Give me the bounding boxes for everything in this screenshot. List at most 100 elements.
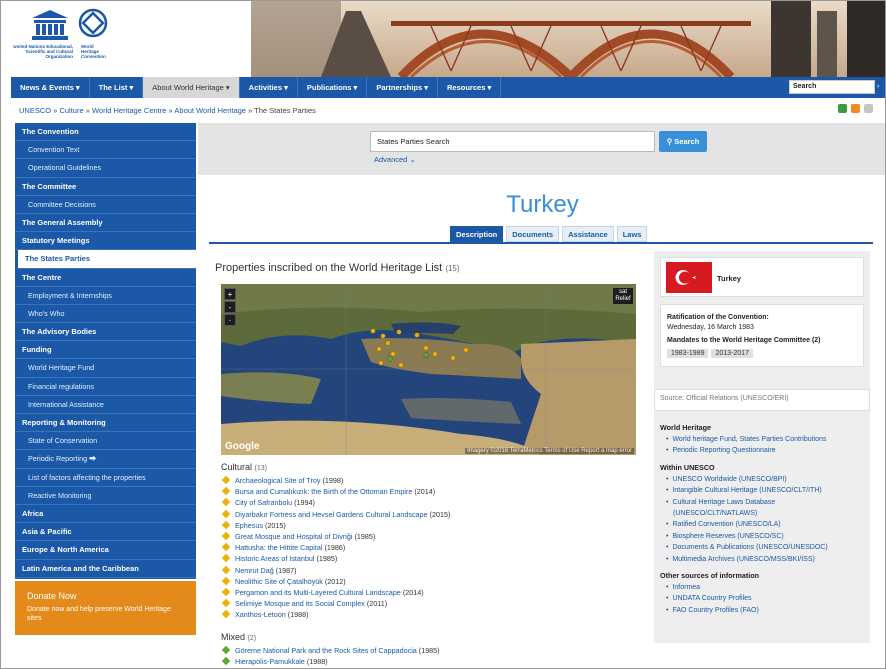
related-link[interactable]: (UNESCO/CLT/NATLAWS) bbox=[660, 508, 864, 519]
breadcrumb-link[interactable]: UNESCO bbox=[19, 106, 51, 115]
property-marker-icon bbox=[221, 475, 231, 485]
sidebar-item[interactable]: World Heritage Fund bbox=[15, 359, 196, 378]
breadcrumb-link[interactable]: World Heritage Centre bbox=[92, 106, 166, 115]
sidebar-item[interactable]: Europe & North America bbox=[15, 541, 196, 560]
related-link[interactable]: Documents & Publications (UNESCO/UNESDOC… bbox=[660, 542, 864, 553]
cultural-heading: Cultural (13) bbox=[221, 462, 641, 472]
site-search-input[interactable]: Search bbox=[789, 80, 875, 94]
site-link[interactable]: Archaeological Site of Troy bbox=[235, 476, 321, 485]
logo-area[interactable]: United Nations Educational, Scientific a… bbox=[1, 1, 251, 77]
site-link[interactable]: Neolithic Site of Çatalhöyük bbox=[235, 577, 323, 586]
advanced-search-link[interactable]: Advanced ⌄ bbox=[374, 155, 416, 164]
nav-item-2[interactable]: About World Heritage ▾ bbox=[143, 77, 240, 98]
sidebar-item[interactable]: Employment & Internships bbox=[15, 287, 196, 305]
sidebar-item[interactable]: The Convention bbox=[15, 123, 196, 142]
nav-item-5[interactable]: Partnerships ▾ bbox=[367, 77, 439, 98]
sidebar-item[interactable]: The States Parties bbox=[15, 250, 196, 269]
google-logo: Google bbox=[225, 441, 260, 452]
donate-title[interactable]: Donate Now bbox=[27, 591, 184, 601]
zoom-out-button[interactable]: - bbox=[224, 301, 236, 313]
sidebar-item[interactable]: Asia & Pacific bbox=[15, 523, 196, 542]
map-layer-button[interactable]: · bbox=[224, 314, 236, 326]
tab-1[interactable]: Documents bbox=[506, 226, 560, 242]
sidebar-item[interactable]: Committee Decisions bbox=[15, 196, 196, 214]
related-link[interactable]: Intangible Cultural Heritage (UNESCO/CLT… bbox=[660, 485, 864, 496]
sidebar-item[interactable]: Latin America and the Caribbean bbox=[15, 560, 196, 578]
sidebar-item[interactable]: The Centre bbox=[15, 269, 196, 287]
related-link[interactable]: FAO Country Profiles (FAO) bbox=[660, 605, 864, 616]
states-parties-search-button[interactable]: ⚲ Search bbox=[659, 131, 707, 152]
tab-0[interactable]: Description bbox=[450, 226, 504, 242]
nav-item-6[interactable]: Resources ▾ bbox=[438, 77, 502, 98]
site-link[interactable]: Hattusha: the Hittite Capital bbox=[235, 543, 323, 552]
sidebar-item[interactable]: Operational Guidelines bbox=[15, 159, 196, 178]
site-link[interactable]: Selimiye Mosque and its Social Complex bbox=[235, 599, 365, 608]
related-link[interactable]: Cultural Heritage Laws Database bbox=[660, 497, 864, 508]
sidebar-item[interactable]: Statutory Meetings bbox=[15, 232, 196, 251]
nav-item-0[interactable]: News & Events ▾ bbox=[11, 77, 90, 98]
sidebar-item[interactable]: The Advisory Bodies bbox=[15, 323, 196, 342]
cultural-heading-text: Cultural bbox=[221, 462, 253, 472]
sidebar-item[interactable]: Periodic Reporting ⮕ bbox=[15, 450, 196, 469]
ratification-date: Wednesday, 16 March 1983 bbox=[667, 324, 754, 331]
related-link[interactable]: UNESCO Worldwide (UNESCO/BPI) bbox=[660, 474, 864, 485]
map-type-toggle[interactable]: sat Relief bbox=[613, 288, 633, 304]
mixed-heading-text: Mixed bbox=[221, 632, 246, 642]
breadcrumb-link[interactable]: Culture bbox=[59, 106, 83, 115]
related-link[interactable]: UNDATA Country Profiles bbox=[660, 593, 864, 604]
sidebar-item[interactable]: The Committee bbox=[15, 178, 196, 196]
sidebar-item[interactable]: Funding bbox=[15, 341, 196, 360]
unesco-logo-text: United Nations Educational, Scientific a… bbox=[13, 44, 73, 59]
print-icon[interactable] bbox=[864, 104, 873, 113]
sidebar-item[interactable]: Reporting & Monitoring bbox=[15, 414, 196, 433]
related-link[interactable]: Multimedia Archives (UNESCO/MSS/BKI/ISS) bbox=[660, 554, 864, 565]
nav-item-3[interactable]: Activities ▾ bbox=[240, 77, 298, 98]
site-link[interactable]: City of Safranbolu bbox=[235, 498, 292, 507]
sidebar-item[interactable]: Who's Who bbox=[15, 305, 196, 324]
site-link[interactable]: Ephesus bbox=[235, 521, 263, 530]
tab-3[interactable]: Laws bbox=[616, 226, 648, 242]
sidebar-item[interactable]: Financial regulations bbox=[15, 378, 196, 396]
site-link[interactable]: Nemrut Dağ bbox=[235, 566, 274, 575]
source-note[interactable]: Source: Official Relations (UNESCO/ERI) bbox=[660, 395, 789, 402]
property-marker-icon bbox=[221, 531, 231, 541]
related-link[interactable]: World heritage Fund, States Parties Cont… bbox=[660, 434, 864, 445]
nav-item-1[interactable]: The List ▾ bbox=[90, 77, 144, 98]
property-marker-icon bbox=[221, 645, 231, 655]
site-link[interactable]: Xanthos-Letoon bbox=[235, 610, 286, 619]
sidebar-item[interactable]: Reactive Monitoring bbox=[15, 487, 196, 505]
related-link[interactable]: Biosphere Reserves (UNESCO/SC) bbox=[660, 531, 864, 542]
site-link[interactable]: Diyarbakır Fortress and Hevsel Gardens C… bbox=[235, 510, 428, 519]
site-link[interactable]: Bursa and Cumalıkızık: the Birth of the … bbox=[235, 487, 412, 496]
site-link[interactable]: Hierapolis-Pamukkale bbox=[235, 657, 305, 666]
site-link[interactable]: Great Mosque and Hospital of Divriği bbox=[235, 532, 352, 541]
sidebar-item[interactable]: List of factors affecting the properties bbox=[15, 469, 196, 487]
tab-2[interactable]: Assistance bbox=[562, 226, 614, 242]
properties-map[interactable]: + - · sat Relief Google Imagery ©2016 Te… bbox=[221, 284, 636, 455]
site-year: (2011) bbox=[366, 599, 388, 609]
sidebar-item[interactable]: Africa bbox=[15, 505, 196, 524]
property-marker-icon bbox=[221, 656, 231, 666]
sidebar-item[interactable]: Convention Text bbox=[15, 141, 196, 160]
map-attribution[interactable]: Imagery ©2016 TerraMetrics Terms of Use … bbox=[465, 448, 634, 454]
nav-item-4[interactable]: Publications ▾ bbox=[298, 77, 368, 98]
breadcrumb-link[interactable]: About World Heritage bbox=[174, 106, 246, 115]
share-icon[interactable] bbox=[838, 104, 847, 113]
sidebar-item[interactable]: International Assistance bbox=[15, 396, 196, 414]
sidebar-item[interactable]: State of Conservation bbox=[15, 432, 196, 451]
zoom-in-button[interactable]: + bbox=[224, 288, 236, 300]
related-link[interactable]: Periodic Reporting Questionnaire bbox=[660, 445, 864, 456]
donate-box[interactable]: Donate Now Donate now and help preserve … bbox=[15, 581, 196, 635]
site-link[interactable]: Historic Areas of Istanbul bbox=[235, 554, 315, 563]
site-link[interactable]: Pergamon and its Multi-Layered Cultural … bbox=[235, 588, 401, 597]
site-year: (2014) bbox=[402, 588, 424, 598]
related-link[interactable]: Ratified Convention (UNESCO/LA) bbox=[660, 519, 864, 530]
ratification-card: Ratification of the Convention: Wednesda… bbox=[660, 304, 864, 367]
site-search-go-icon[interactable]: › bbox=[877, 82, 885, 92]
rss-icon[interactable] bbox=[851, 104, 860, 113]
related-link[interactable]: Informea bbox=[660, 582, 864, 593]
unesco-temple-logo-icon bbox=[32, 10, 68, 40]
sidebar-item[interactable]: The General Assembly bbox=[15, 214, 196, 233]
states-parties-search-input[interactable]: States Parties Search bbox=[370, 131, 655, 152]
site-link[interactable]: Göreme National Park and the Rock Sites … bbox=[235, 646, 417, 655]
